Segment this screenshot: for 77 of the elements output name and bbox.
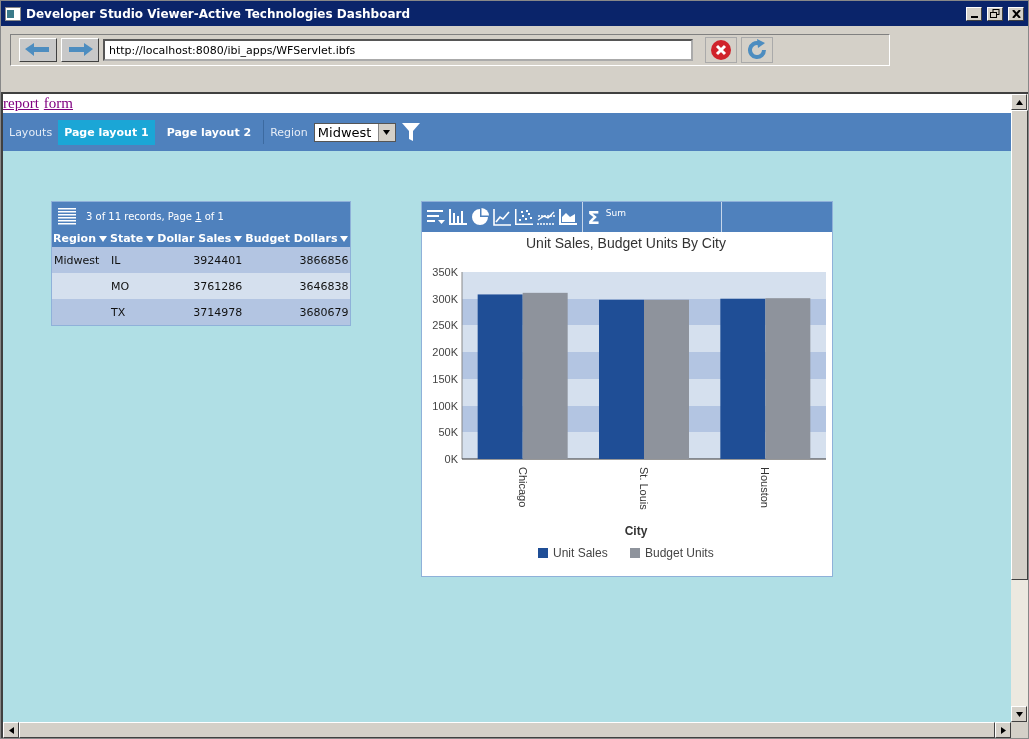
region-dropdown[interactable]: Midwest (313, 122, 396, 142)
line-chart-icon[interactable] (492, 207, 513, 227)
y-tick-label: 200K (432, 346, 459, 359)
page-link[interactable]: report (3, 95, 39, 112)
table-cell: Midwest (52, 247, 109, 273)
scroll-left-button[interactable] (3, 722, 19, 738)
scroll-right-button[interactable] (995, 722, 1011, 738)
x-axis-title: City (625, 524, 648, 538)
layout-tab[interactable]: Page layout 2 (160, 119, 258, 145)
close-button[interactable] (1008, 6, 1024, 21)
refresh-button[interactable] (741, 37, 773, 63)
pie-chart-icon[interactable] (470, 207, 491, 227)
x-category-label: Houston (759, 467, 772, 508)
minimize-icon (970, 15, 978, 18)
y-tick-label: 100K (432, 399, 459, 412)
caret-icon[interactable] (98, 236, 107, 242)
table-cell: 3680679 (244, 299, 351, 325)
sum-label: Sum (605, 208, 626, 218)
chart-title: Unit Sales, Budget Units By City (526, 235, 727, 251)
legend-label: Budget Units (645, 546, 715, 560)
sum-symbol[interactable]: Σ (587, 206, 600, 228)
y-tick-label: 50K (438, 426, 459, 439)
scroll-up-button[interactable] (1011, 94, 1027, 110)
page-link[interactable]: form (43, 95, 73, 112)
table-cell: MO (108, 273, 157, 299)
right-arrow-icon (1000, 726, 1006, 734)
column-header[interactable]: State (108, 230, 157, 247)
forward-button[interactable] (61, 38, 99, 62)
close-icon (1011, 9, 1021, 18)
table-cell: 3866856 (244, 247, 351, 273)
y-tick-label: 250K (432, 319, 459, 332)
caret-icon[interactable] (340, 236, 349, 242)
bar-chart-icon[interactable] (448, 207, 469, 227)
filter-icon[interactable] (401, 122, 420, 142)
legend-label: Unit Sales (553, 546, 609, 560)
menu-icon[interactable] (58, 207, 76, 225)
stop-button[interactable] (705, 37, 737, 63)
dropdown-arrow-icon (383, 129, 391, 135)
table-cell: 3646838 (244, 273, 351, 299)
address-field[interactable]: http://localhost:8080/ibi_apps/WFServlet.ibfs (103, 39, 693, 61)
restore-button[interactable] (987, 6, 1003, 21)
window-title: Developer Studio Viewer-Active Technologies Dashboard (26, 6, 411, 21)
restore-icon (990, 9, 1000, 18)
window-app-icon (5, 6, 21, 21)
table-cell: 3714978 (156, 299, 245, 325)
left-arrow-icon (8, 726, 14, 734)
table-cell: 3924401 (156, 247, 245, 273)
back-button[interactable] (19, 38, 57, 62)
y-tick-label: 0K (445, 453, 459, 465)
region-label: Region (270, 125, 308, 139)
caret-icon[interactable] (234, 236, 243, 242)
y-tick-label: 300K (432, 292, 459, 305)
horizontal-scrollbar-thumb[interactable] (19, 722, 995, 738)
scatter-chart-icon[interactable] (514, 207, 535, 227)
column-header[interactable]: Budget Dollars (244, 230, 351, 247)
record-summary: 3 of 11 records, Page 1 of 1 (86, 210, 224, 222)
up-arrow-icon (1015, 99, 1023, 105)
y-tick-label: 150K (432, 372, 459, 385)
column-header[interactable]: Dollar Sales (156, 230, 245, 247)
table-cell (52, 273, 109, 299)
layouts-label: Layouts (9, 125, 53, 139)
x-category-label: Chicago (517, 467, 530, 508)
caret-icon[interactable] (146, 236, 155, 242)
table-cell: IL (108, 247, 157, 273)
minimize-button[interactable] (966, 6, 982, 21)
down-arrow-icon (1015, 711, 1023, 717)
x-category-label: St. Louis (638, 467, 651, 510)
table-cell (52, 299, 109, 325)
y-tick-label: 350K (432, 266, 459, 278)
table-cell: 3761286 (156, 273, 245, 299)
scroll-down-button[interactable] (1011, 706, 1027, 722)
layout-tab[interactable]: Page layout 1 (58, 119, 155, 145)
sort-icon[interactable] (426, 207, 447, 227)
column-header[interactable]: Region (52, 230, 109, 247)
area-chart-icon[interactable] (558, 207, 579, 227)
scrollbar-thumb[interactable] (1011, 110, 1028, 580)
table-cell: TX (108, 299, 157, 325)
